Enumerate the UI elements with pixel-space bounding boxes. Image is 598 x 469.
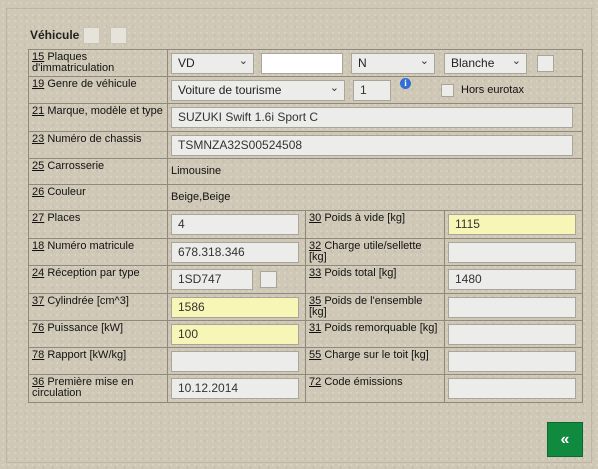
double-chevron-left-icon: « (560, 430, 570, 448)
label-poids-total: 33 Poids total [kg] (305, 265, 445, 294)
first-registration-input[interactable]: 10.12.2014 (171, 378, 299, 399)
plate-number-input[interactable] (261, 52, 343, 74)
combination-weight-input[interactable] (448, 296, 576, 318)
row-plates: 15 Plaques d'immatriculation VD ⌄ N ⌄ Blan… (28, 49, 583, 77)
eurotax-label: Hors eurotax (461, 83, 524, 96)
chevron-down-icon: ⌄ (238, 54, 248, 67)
row-chassis: 23 Numéro de chassis TSMNZA32S00524508 (28, 131, 583, 159)
label-cylindree: 37 Cylindrée [cm^3] (28, 293, 168, 321)
label-charge-utile: 32 Charge utile/sellette [kg] (305, 238, 445, 266)
label-chassis: 23 Numéro de chassis (28, 131, 168, 159)
registration-number-input[interactable]: 678.318.346 (171, 241, 299, 263)
chassis-number-input[interactable]: TSMNZA32S00524508 (171, 134, 573, 156)
label-plates: 15 Plaques d'immatriculation (28, 49, 168, 77)
label-premiere-mise: 36 Première mise en circulation (28, 374, 168, 403)
label-carrosserie: 25 Carrosserie (28, 158, 168, 185)
row-couleur: 26 Couleur Beige,Beige (28, 184, 583, 211)
row-cylindree: 37 Cylindrée [cm^3] 1586 35 Poids de l'e… (28, 293, 583, 321)
roof-load-input[interactable] (448, 350, 576, 372)
label-code-emissions: 72 Code émissions (305, 374, 445, 403)
section-toggle-checkbox-2[interactable] (110, 27, 127, 44)
eurotax-checkbox[interactable] (441, 83, 454, 97)
chevron-down-icon: ⌄ (511, 54, 521, 67)
label-reception: 24 Réception par type (28, 265, 168, 294)
displacement-input[interactable]: 1586 (171, 296, 299, 318)
row-carrosserie: 25 Carrosserie Limousine (28, 158, 583, 185)
label-marque: 21 Marque, modèle et type (28, 103, 168, 132)
empty-weight-input[interactable]: 1115 (448, 214, 576, 235)
row-matricule: 18 Numéro matricule 678.318.346 32 Charg… (28, 238, 583, 266)
type-approval-input[interactable]: 1SD747 (171, 269, 253, 290)
vehicle-form-table: 15 Plaques d'immatriculation VD ⌄ N ⌄ Blan… (28, 49, 583, 403)
label-poids-ensemble: 35 Poids de l'ensemble [kg] (305, 293, 445, 321)
label-charge-toit: 55 Charge sur le toit [kg] (305, 347, 445, 375)
row-premiere-mise: 36 Première mise en circulation 10.12.20… (28, 374, 583, 403)
row-rapport: 78 Rapport [kW/kg] 55 Charge sur le toit… (28, 347, 583, 375)
seats-input[interactable]: 4 (171, 214, 299, 235)
label-rapport: 78 Rapport [kW/kg] (28, 347, 168, 375)
total-weight-input[interactable]: 1480 (448, 269, 576, 290)
type-approval-checkbox[interactable] (260, 271, 277, 288)
label-poids-remorquable: 31 Poids remorquable [kg] (305, 320, 445, 348)
payload-input[interactable] (448, 241, 576, 263)
back-button[interactable]: « (547, 422, 583, 457)
label-couleur: 26 Couleur (28, 184, 168, 211)
row-puissance: 76 Puissance [kW] 100 31 Poids remorquab… (28, 320, 583, 348)
plate-color-select[interactable]: Blanche ⌄ (444, 52, 527, 74)
row-marque: 21 Marque, modèle et type SUZUKI Swift 1… (28, 103, 583, 132)
vehicle-count-input[interactable]: 1 (353, 79, 391, 101)
power-input[interactable]: 100 (171, 323, 299, 345)
power-ratio-input[interactable] (171, 350, 299, 372)
label-matricule: 18 Numéro matricule (28, 238, 168, 266)
label-places: 27 Places (28, 210, 168, 239)
canton-select[interactable]: VD ⌄ (171, 52, 254, 74)
label-genre: 19 Genre de véhicule (28, 76, 168, 104)
body-type-value: Limousine (171, 165, 222, 177)
label-puissance: 76 Puissance [kW] (28, 320, 168, 348)
plate-checkbox[interactable] (537, 54, 554, 72)
section-title: Véhicule (30, 28, 80, 42)
plate-type-select[interactable]: N ⌄ (351, 52, 435, 74)
label-poids-vide: 30 Poids à vide [kg] (305, 210, 445, 239)
section-toggle-checkbox[interactable] (83, 27, 100, 44)
info-icon[interactable]: i (400, 77, 411, 89)
row-places: 27 Places 4 30 Poids à vide [kg] 1115 (28, 210, 583, 239)
emission-code-input[interactable] (448, 378, 576, 399)
vehicle-genre-select[interactable]: Voiture de tourisme ⌄ (171, 79, 345, 101)
towing-weight-input[interactable] (448, 323, 576, 345)
chevron-down-icon: ⌄ (329, 81, 339, 94)
make-model-input[interactable]: SUZUKI Swift 1.6i Sport C (171, 107, 573, 128)
chevron-down-icon: ⌄ (419, 54, 429, 67)
row-reception: 24 Réception par type 1SD747 33 Poids to… (28, 265, 583, 294)
color-value: Beige,Beige (171, 191, 231, 203)
row-genre: 19 Genre de véhicule Voiture de tourisme… (28, 76, 583, 104)
